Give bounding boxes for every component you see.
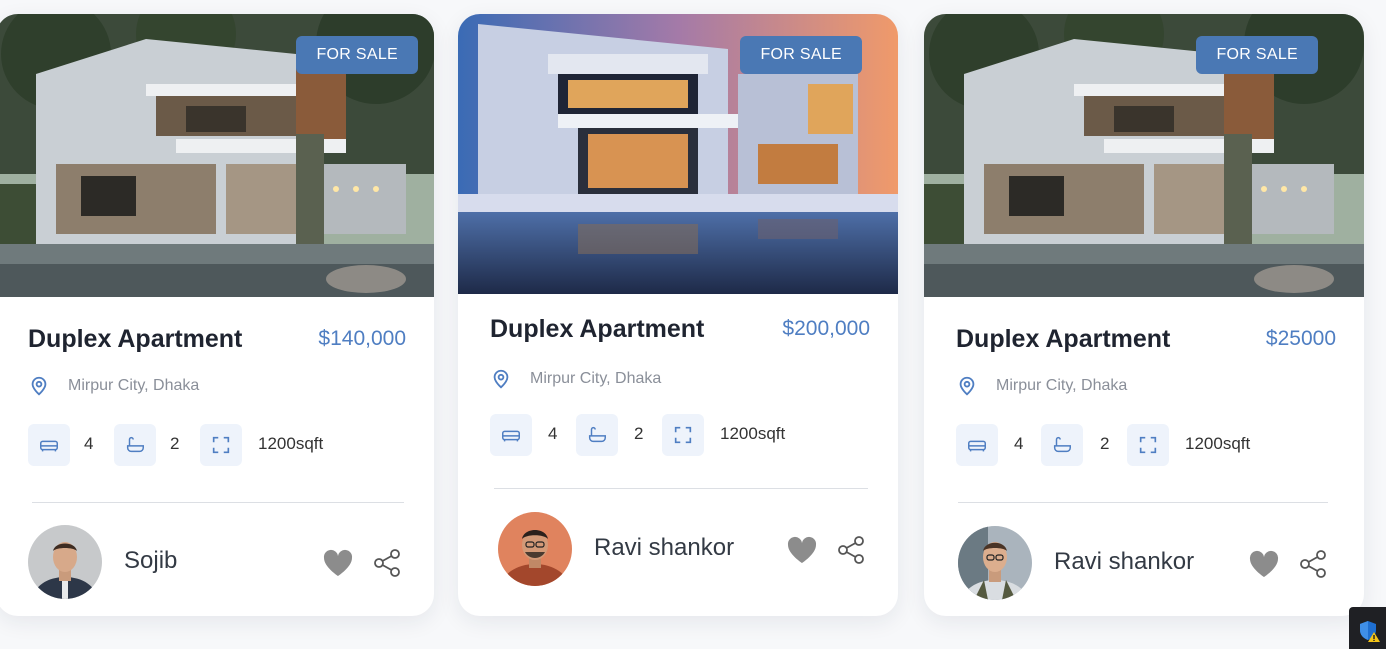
property-title[interactable]: Duplex Apartment [28, 325, 242, 354]
bathtub-icon [126, 436, 144, 453]
property-card[interactable]: FOR SALE Duplex Apartment $25000 Mirpur … [924, 14, 1364, 616]
bed-icon-box [956, 424, 998, 466]
agent-row: Sojib [28, 525, 404, 599]
features-row: 4 2 1200sqft [956, 424, 1336, 466]
bed-icon-box [490, 414, 532, 456]
property-price: $25000 [1265, 327, 1336, 350]
agent-row: Ravi shankor [498, 512, 868, 586]
expand-icon-box [200, 424, 242, 466]
expand-icon [212, 436, 230, 454]
location-text: Mirpur City, Dhaka [530, 370, 662, 387]
area-size: 1200sqft [720, 424, 786, 443]
bathtub-icon [1053, 436, 1071, 453]
property-price: $200,000 [782, 317, 870, 340]
expand-icon [1139, 436, 1157, 454]
bed-icon-box [28, 424, 70, 466]
agent-avatar-image [958, 526, 1032, 600]
features-row: 4 2 1200sqft [490, 414, 870, 456]
avatar[interactable] [498, 512, 572, 586]
bed-icon [40, 440, 58, 452]
avatar[interactable] [28, 525, 102, 599]
title-row: Duplex Apartment $140,000 [28, 325, 406, 357]
bath-count: 2 [1100, 434, 1110, 453]
bath-count: 2 [634, 424, 644, 443]
bed-count: 4 [84, 434, 94, 453]
avatar[interactable] [958, 526, 1032, 600]
agent-name[interactable]: Ravi shankor [1054, 548, 1194, 576]
for-sale-badge: FOR SALE [1196, 36, 1318, 74]
system-tray[interactable] [1349, 607, 1386, 649]
expand-icon-box [662, 414, 704, 456]
map-pin-icon [493, 369, 509, 389]
bath-count: 2 [170, 434, 180, 453]
for-sale-badge: FOR SALE [740, 36, 862, 74]
divider [494, 488, 868, 489]
bathtub-icon-box [1041, 424, 1083, 466]
expand-icon [674, 426, 692, 444]
bathtub-icon [588, 426, 606, 443]
security-shield-warning-icon[interactable] [1357, 619, 1381, 643]
share-icon[interactable] [372, 547, 402, 579]
bed-count: 4 [1014, 434, 1024, 453]
agent-name[interactable]: Ravi shankor [594, 534, 734, 562]
agent-name[interactable]: Sojib [124, 547, 177, 575]
heart-icon[interactable] [1248, 550, 1280, 578]
for-sale-badge: FOR SALE [296, 36, 418, 74]
area-size: 1200sqft [1185, 434, 1251, 453]
map-pin-icon [31, 376, 47, 396]
title-row: Duplex Apartment $25000 [956, 325, 1336, 357]
divider [32, 502, 404, 503]
location-text: Mirpur City, Dhaka [996, 377, 1128, 394]
features-row: 4 2 1200sqft [28, 424, 408, 466]
bathtub-icon-box [114, 424, 156, 466]
title-row: Duplex Apartment $200,000 [490, 315, 870, 347]
agent-avatar-image [498, 512, 572, 586]
agent-row: Ravi shankor [958, 526, 1330, 600]
share-icon[interactable] [1298, 548, 1328, 580]
bed-count: 4 [548, 424, 558, 443]
heart-icon[interactable] [786, 536, 818, 564]
map-pin-icon [959, 376, 975, 396]
location-text: Mirpur City, Dhaka [68, 377, 200, 394]
divider [958, 502, 1328, 503]
property-price: $140,000 [318, 327, 406, 350]
property-title[interactable]: Duplex Apartment [956, 325, 1170, 354]
property-card[interactable]: FOR SALE Duplex Apartment $200,000 Mirpu… [458, 14, 898, 616]
bathtub-icon-box [576, 414, 618, 456]
bed-icon [502, 430, 520, 442]
expand-icon-box [1127, 424, 1169, 466]
share-icon[interactable] [836, 534, 866, 566]
area-size: 1200sqft [258, 434, 324, 453]
bed-icon [968, 440, 986, 452]
agent-avatar-image [28, 525, 102, 599]
property-title[interactable]: Duplex Apartment [490, 315, 704, 344]
heart-icon[interactable] [322, 549, 354, 577]
property-card[interactable]: FOR SALE Duplex Apartment $140,000 Mirpu… [0, 14, 434, 616]
